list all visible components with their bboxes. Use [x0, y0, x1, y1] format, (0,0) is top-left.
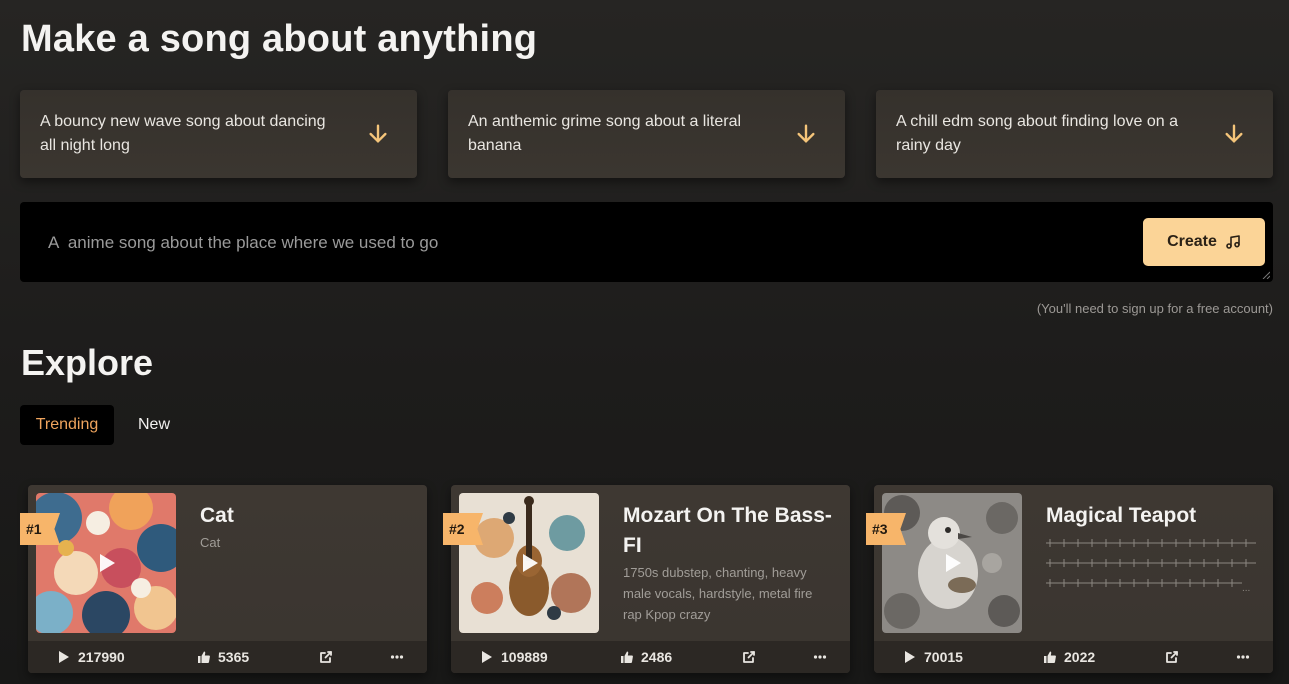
song-card-footer: 109889 2486 [451, 641, 850, 673]
create-button-label: Create [1167, 233, 1217, 250]
song-card[interactable]: #2 Mozart On The Bass-FI 1750s dubstep, … [443, 485, 850, 673]
play-count-icon [905, 651, 915, 663]
lyrics-placeholder: ... [1046, 539, 1256, 594]
song-card[interactable]: #1 Cat Cat 217990 5365 [20, 485, 427, 673]
song-description: 1750s dubstep, chanting, heavy male voca… [623, 565, 813, 622]
song-card-footer: 217990 5365 [28, 641, 427, 673]
play-count-value: 109889 [501, 649, 548, 665]
share-icon[interactable] [318, 649, 334, 665]
song-prompt-input[interactable] [48, 230, 1048, 256]
like-count-value: 5365 [218, 649, 250, 665]
song-title[interactable]: Mozart On The Bass-FI [623, 501, 833, 561]
song-title[interactable]: Magical Teapot [1046, 501, 1256, 531]
arrow-down-icon [1225, 124, 1243, 143]
page-title: Make a song about anything [21, 18, 538, 60]
signup-note: (You'll need to sign up for a free accou… [1036, 301, 1273, 316]
music-note-icon [1226, 235, 1240, 249]
play-count-icon [59, 651, 69, 663]
share-icon[interactable] [741, 649, 757, 665]
suggestion-text: A chill edm song about finding love on a… [896, 113, 1178, 154]
like-count[interactable]: 5365 [198, 641, 249, 673]
play-icon [100, 554, 115, 572]
like-count[interactable]: 2022 [1044, 641, 1095, 673]
suggestion-text: A bouncy new wave song about dancing all… [40, 113, 326, 154]
play-count-value: 217990 [78, 649, 125, 665]
song-card[interactable]: #3 Magical Teapot ... 70015 2022 [866, 485, 1273, 673]
explore-heading: Explore [21, 342, 154, 383]
more-options-icon[interactable] [812, 649, 828, 665]
suggestion-card-2[interactable]: An anthemic grime song about a literal b… [448, 90, 845, 178]
song-card-list: #1 Cat Cat 217990 5365 #2 Mozart On The … [0, 485, 1289, 675]
song-card-footer: 70015 2022 [874, 641, 1273, 673]
play-icon [523, 554, 538, 572]
thumbs-up-icon [198, 651, 210, 663]
song-description: Cat [200, 535, 221, 550]
song-title[interactable]: Cat [200, 501, 410, 531]
suggestion-text: An anthemic grime song about a literal b… [468, 113, 742, 154]
play-count: 217990 [58, 641, 125, 673]
create-button[interactable]: Create [1143, 218, 1265, 266]
like-count[interactable]: 2486 [621, 641, 672, 673]
thumbs-up-icon [1044, 651, 1056, 663]
rank-badge: #2 [443, 513, 483, 545]
svg-text:...: ... [1242, 583, 1250, 594]
arrow-down-icon [797, 124, 815, 143]
rank-badge: #1 [20, 513, 60, 545]
arrow-down-icon [369, 124, 387, 143]
resize-handle-icon[interactable] [1262, 271, 1270, 279]
play-count-value: 70015 [924, 649, 963, 665]
more-options-icon[interactable] [389, 649, 405, 665]
thumbs-up-icon [621, 651, 633, 663]
explore-tabs: Trending New [20, 405, 220, 445]
like-count-value: 2022 [1064, 649, 1096, 665]
suggestion-card-3[interactable]: A chill edm song about finding love on a… [876, 90, 1273, 178]
suggestion-card-1[interactable]: A bouncy new wave song about dancing all… [20, 90, 417, 178]
play-count: 109889 [481, 641, 548, 673]
more-options-icon[interactable] [1235, 649, 1251, 665]
tab-trending[interactable]: Trending [20, 405, 114, 445]
rank-badge: #3 [866, 513, 906, 545]
play-count-icon [482, 651, 492, 663]
share-icon[interactable] [1164, 649, 1180, 665]
tab-new[interactable]: New [124, 405, 184, 445]
song-prompt-box: Create [20, 202, 1273, 282]
play-count: 70015 [904, 641, 963, 673]
suggestion-list: A bouncy new wave song about dancing all… [20, 90, 1273, 178]
page: Make a song about anything A bouncy new … [0, 0, 1289, 684]
play-icon [946, 554, 961, 572]
like-count-value: 2486 [641, 649, 673, 665]
